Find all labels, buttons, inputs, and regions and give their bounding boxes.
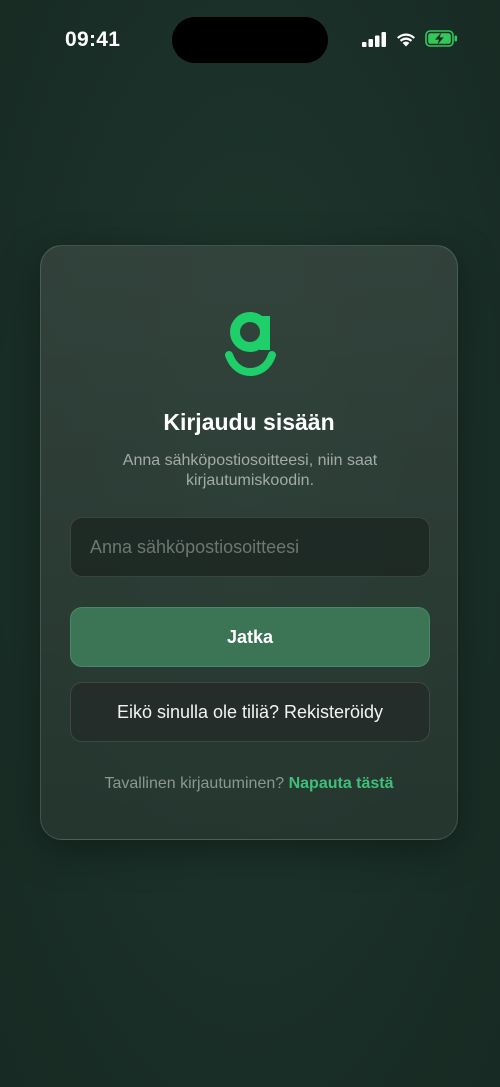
classic-login-row: Tavallinen kirjautuminen? Napauta tästä: [41, 775, 457, 793]
g-logo-icon: [225, 312, 276, 376]
page-subtitle: Anna sähköpostiosoitteesi, niin saat kir…: [122, 452, 378, 489]
status-time: 09:41: [65, 28, 121, 51]
login-card: Kirjaudu sisään Anna sähköpostiosoittees…: [40, 245, 458, 840]
battery-charging-icon: [425, 30, 458, 47]
status-icons: [362, 30, 458, 47]
page-title: Kirjaudu sisään: [163, 409, 335, 435]
register-button[interactable]: Eikö sinulla ole tiliä? Rekisteröidy: [70, 682, 430, 742]
status-bar: 09:41: [0, 0, 500, 80]
dynamic-island: [172, 17, 328, 63]
email-field[interactable]: [70, 517, 430, 577]
wifi-icon: [397, 33, 415, 47]
classic-login-link[interactable]: Napauta tästä: [289, 775, 394, 792]
continue-button[interactable]: Jatka: [70, 607, 430, 667]
classic-login-text: Tavallinen kirjautuminen?: [104, 775, 285, 792]
cellular-signal-icon: [362, 31, 386, 47]
